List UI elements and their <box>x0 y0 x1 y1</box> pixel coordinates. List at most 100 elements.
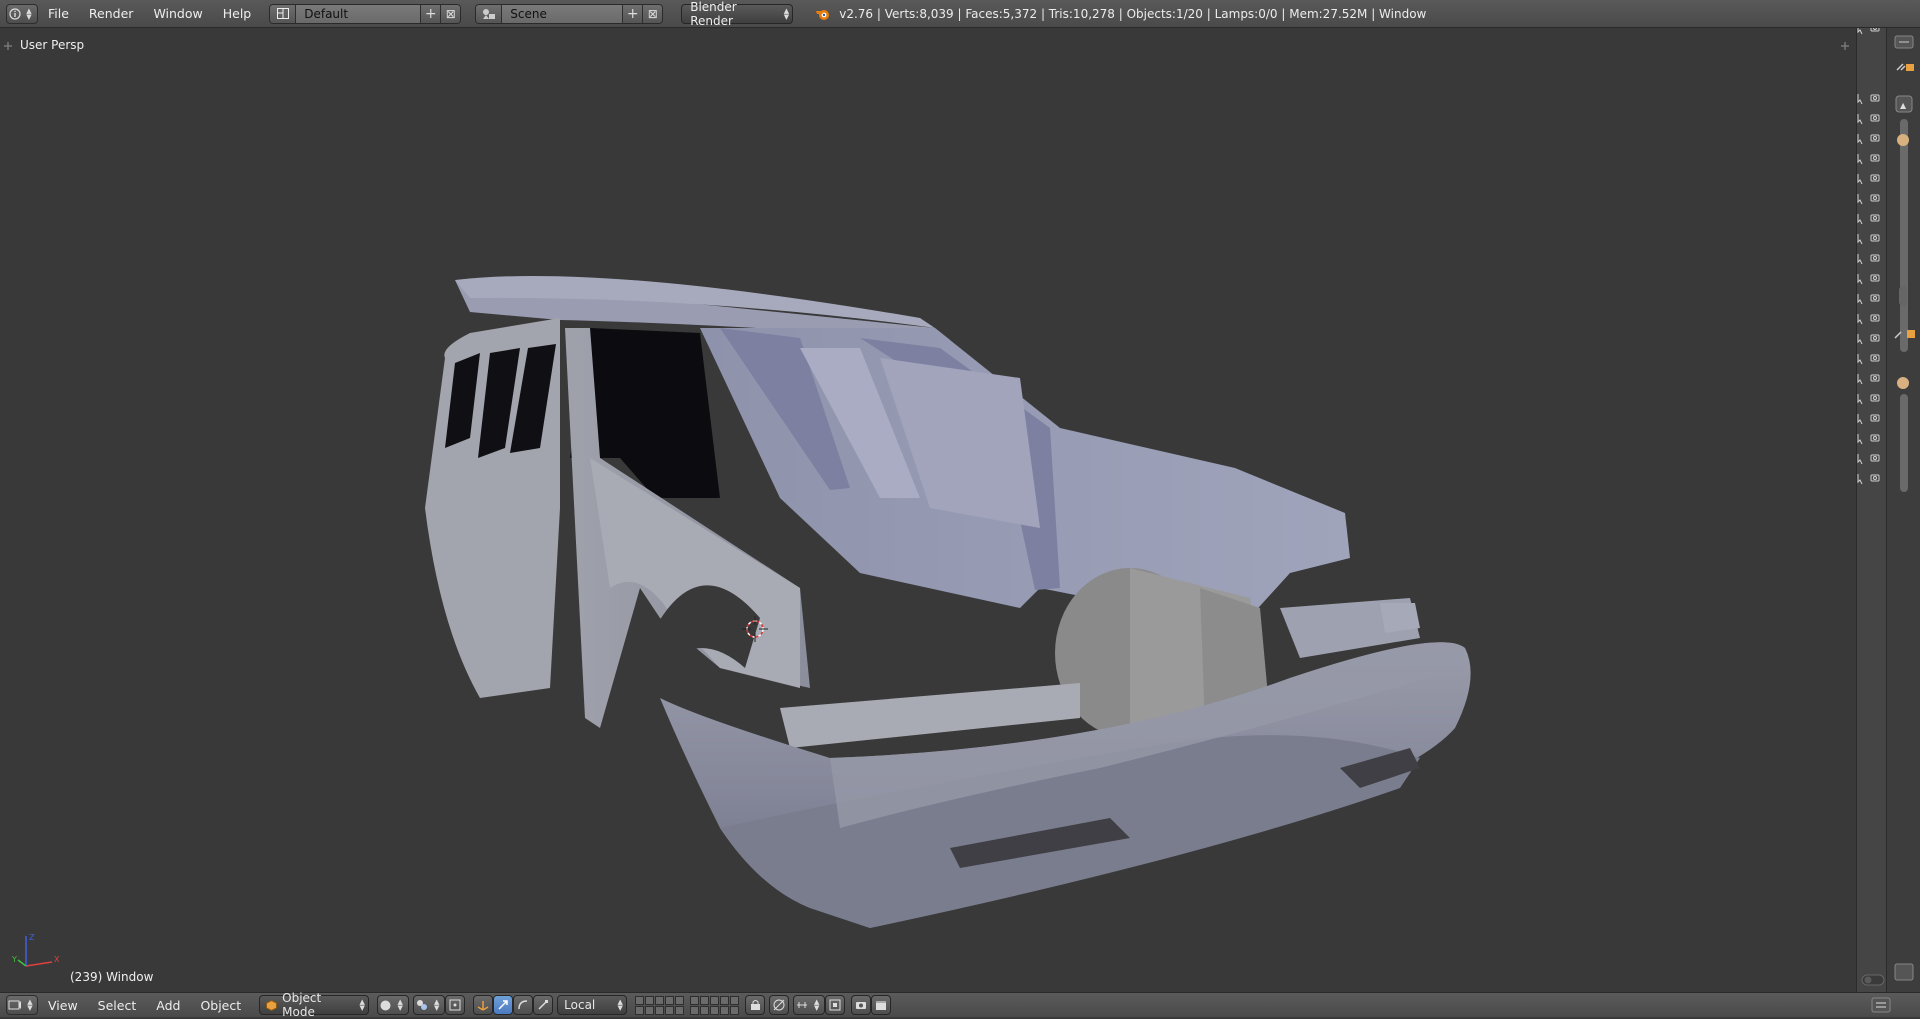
center-points-icon <box>449 999 461 1011</box>
layer-button[interactable] <box>700 995 710 1005</box>
menu-select[interactable]: Select <box>88 993 147 1018</box>
updown-arrows-icon: ▲ ▼ <box>617 998 623 1012</box>
translate-arrow-icon <box>498 1000 508 1010</box>
screen-layout-field[interactable]: Default + ⊠ <box>269 3 462 24</box>
magnet-icon <box>829 999 841 1011</box>
blender-logo-icon <box>816 9 830 20</box>
toggle-icon[interactable] <box>1861 974 1885 986</box>
scale-manipulator-button[interactable] <box>533 995 554 1015</box>
rotate-arc-icon <box>518 1000 528 1010</box>
menu-window[interactable]: Window <box>143 0 212 28</box>
layer-button[interactable] <box>690 1005 700 1015</box>
scene-selector[interactable] <box>476 4 503 23</box>
properties-tab-strip[interactable]: ▲ <box>1886 28 1920 992</box>
plus-icon: + <box>626 5 639 22</box>
axis-z-label: Z <box>29 933 35 942</box>
delete-screen-button[interactable]: ⊠ <box>440 4 461 23</box>
info-header: ▲ ▼ File Render Window Help Default + ⊠ S… <box>0 0 1920 28</box>
transform-orientation-label: Local <box>564 998 596 1012</box>
object-mode-icon <box>266 999 278 1011</box>
layer-button[interactable] <box>675 995 685 1005</box>
rotate-manipulator-button[interactable] <box>513 995 534 1015</box>
snap-element-dropdown[interactable]: ▲ ▼ <box>793 995 826 1015</box>
3d-view-header: ▲ ▼ View Select Add Object Object Mode ▲ ▼… <box>0 991 1920 1019</box>
translate-manipulator-button[interactable] <box>493 995 514 1015</box>
3d-cursor-icon[interactable] <box>742 616 768 642</box>
updown-arrows-icon: ▲ ▼ <box>433 998 440 1012</box>
info-icon <box>9 7 21 20</box>
proportional-edit-icon <box>773 999 785 1011</box>
scene-layers-group-2[interactable] <box>690 995 740 1015</box>
layer-button[interactable] <box>730 995 740 1005</box>
stats-text: v2.76 | Verts:8,039 | Faces:5,372 | Tris… <box>839 6 1427 21</box>
close-icon: ⊠ <box>647 6 658 21</box>
opengl-animation-render-button[interactable] <box>871 995 892 1015</box>
add-screen-button[interactable]: + <box>420 4 441 23</box>
menu-file[interactable]: File <box>38 0 79 28</box>
pivot-point-dropdown[interactable]: ▲ ▼ <box>413 995 446 1015</box>
editor-type-selector[interactable]: ▲ ▼ <box>6 995 38 1015</box>
axis-x-label: X <box>54 955 60 964</box>
layer-button[interactable] <box>700 1005 710 1015</box>
menu-add[interactable]: Add <box>146 993 190 1018</box>
layer-button[interactable] <box>635 995 645 1005</box>
layer-button[interactable] <box>655 995 665 1005</box>
layer-button[interactable] <box>710 1005 720 1015</box>
scene-statistics: v2.76 | Verts:8,039 | Faces:5,372 | Tris… <box>815 7 1426 21</box>
3d-view-icon <box>8 1000 21 1010</box>
layer-button[interactable] <box>730 1005 740 1015</box>
layer-button[interactable] <box>690 995 700 1005</box>
layer-button[interactable] <box>665 1005 675 1015</box>
pivot-icon <box>416 1000 427 1010</box>
updown-arrows-icon: ▲ ▼ <box>359 998 365 1012</box>
menu-view[interactable]: View <box>38 993 88 1018</box>
scene-icon <box>482 8 495 19</box>
updown-arrows-icon: ▲ ▼ <box>813 998 820 1012</box>
menu-help[interactable]: Help <box>213 0 262 28</box>
snap-toggle[interactable] <box>825 995 846 1015</box>
add-scene-button[interactable]: + <box>622 4 643 23</box>
layer-button[interactable] <box>720 995 730 1005</box>
properties-icons[interactable]: ▲ <box>1887 28 1920 992</box>
menu-object[interactable]: Object <box>190 993 251 1018</box>
delete-scene-button[interactable]: ⊠ <box>642 4 663 23</box>
plus-icon: + <box>424 5 437 22</box>
transform-orientation-dropdown[interactable]: Local ▲ ▼ <box>557 995 628 1015</box>
lock-layers-button[interactable] <box>745 995 766 1015</box>
manipulator-icon <box>477 1001 489 1011</box>
render-engine-dropdown[interactable]: Blender Render ▲ ▼ <box>681 0 794 28</box>
viewport-object-status: (239) Window <box>70 970 154 984</box>
updown-arrows-icon: ▲ ▼ <box>27 998 33 1012</box>
manipulate-center-button[interactable] <box>445 995 466 1015</box>
editor-type-selector[interactable]: ▲ ▼ <box>6 3 38 24</box>
interaction-mode-dropdown[interactable]: Object Mode ▲ ▼ <box>259 991 370 1019</box>
3d-viewport[interactable]: User Persp X Y Z (239) Window <box>0 28 1856 992</box>
scale-icon <box>538 1000 549 1010</box>
outliner-strip[interactable] <box>1856 28 1886 992</box>
layer-button[interactable] <box>665 995 675 1005</box>
opengl-render-button[interactable] <box>851 995 872 1015</box>
scene-field[interactable]: Scene + ⊠ <box>475 3 664 24</box>
layer-button[interactable] <box>675 1005 685 1015</box>
scene-layers-group-1[interactable] <box>635 995 685 1015</box>
layer-button[interactable] <box>645 995 655 1005</box>
layer-button[interactable] <box>720 1005 730 1015</box>
layout-icon <box>276 8 289 19</box>
view-menu-toggle[interactable] <box>1870 995 1894 1018</box>
proportional-editing-button[interactable] <box>769 995 790 1015</box>
viewport-shading-dropdown[interactable]: ▲ ▼ <box>377 995 410 1015</box>
menu-render[interactable]: Render <box>79 0 144 28</box>
screen-layout-name[interactable]: Default <box>296 4 421 23</box>
car-mesh-model[interactable] <box>0 28 1856 992</box>
svg-text:▲: ▲ <box>1900 101 1907 110</box>
layer-button[interactable] <box>645 1005 655 1015</box>
updown-arrows-icon: ▲ ▼ <box>397 998 403 1012</box>
screen-layout-selector[interactable] <box>270 4 297 23</box>
layer-button[interactable] <box>655 1005 665 1015</box>
outliner-visibility-icons[interactable] <box>1857 28 1887 992</box>
axis-gizmo: X Y Z <box>12 933 60 967</box>
layer-button[interactable] <box>710 995 720 1005</box>
manipulator-toggle[interactable] <box>473 995 494 1015</box>
layer-button[interactable] <box>635 1005 645 1015</box>
scene-name[interactable]: Scene <box>502 4 623 23</box>
